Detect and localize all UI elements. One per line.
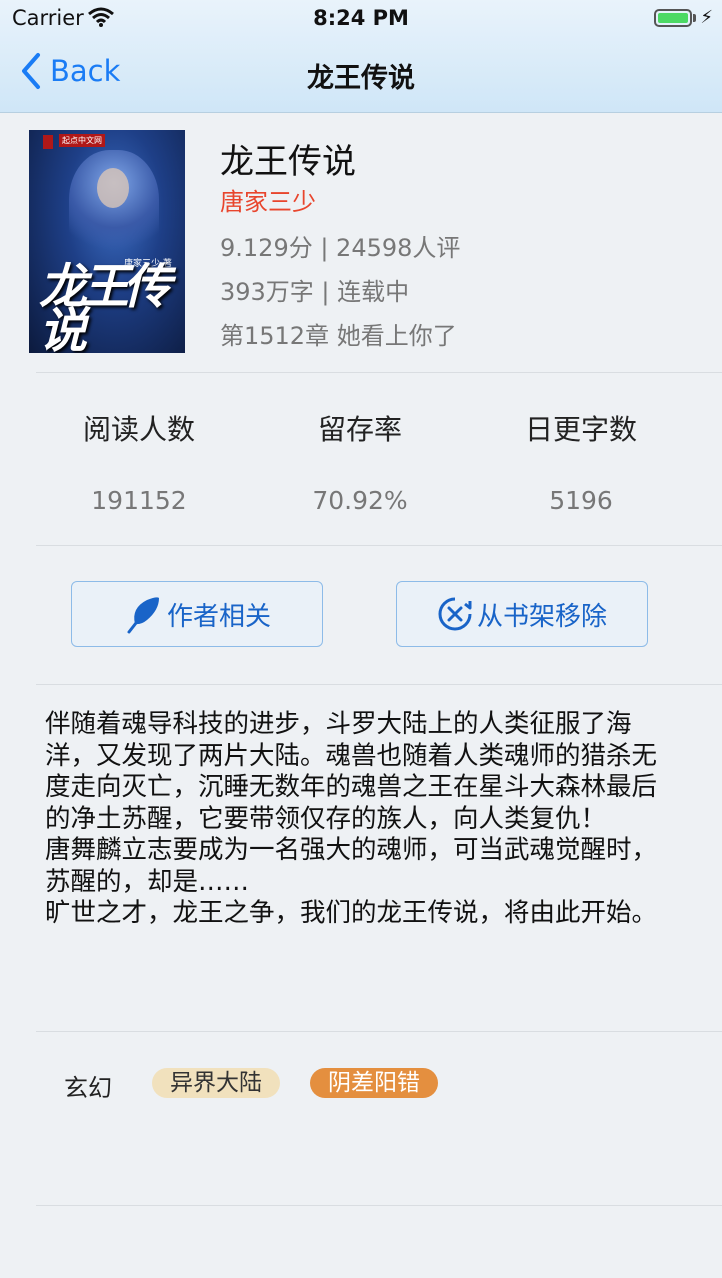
book-cover[interactable]: 起点中文网 唐家三少 著 龙王传说 — [29, 130, 185, 353]
status-time: 8:24 PM — [313, 6, 409, 30]
navigation-header: Carrier 8:24 PM ⚡ Back 龙王传说 — [0, 0, 722, 113]
divider — [36, 372, 722, 373]
page-title: 龙王传说 — [307, 63, 415, 94]
author-related-button[interactable]: 作者相关 — [71, 581, 323, 647]
status-bar: Carrier 8:24 PM ⚡ — [0, 0, 722, 38]
book-author[interactable]: 唐家三少 — [220, 182, 316, 217]
cover-publisher-mark — [43, 135, 53, 149]
book-description: 伴随着魂导科技的进步，斗罗大陆上的人类征服了海洋，又发现了两片大陆。魂兽也随着人… — [45, 709, 658, 928]
divider — [36, 545, 722, 546]
charging-icon: ⚡ — [700, 7, 713, 28]
book-latest-chapter[interactable]: 第1512章 她看上你了 — [220, 316, 457, 351]
divider — [36, 1205, 722, 1206]
remove-from-shelf-button[interactable]: 从书架移除 — [396, 581, 648, 647]
tag-item[interactable]: 阴差阳错 — [310, 1068, 438, 1098]
cover-face — [97, 168, 129, 208]
cover-publisher: 起点中文网 — [59, 134, 105, 147]
divider — [36, 1031, 722, 1032]
divider — [36, 684, 722, 685]
stat-label: 留存率 — [317, 413, 402, 446]
author-related-label: 作者相关 — [166, 601, 271, 632]
tag-item[interactable]: 异界大陆 — [152, 1068, 280, 1098]
stat-retention: 留存率 70.92% — [250, 408, 470, 515]
stat-value: 5196 — [549, 486, 613, 515]
tag-category[interactable]: 玄幻 — [64, 1068, 112, 1103]
stat-readers: 阅读人数 191152 — [29, 408, 249, 515]
battery-icon — [654, 9, 692, 27]
remove-circle-icon — [438, 597, 472, 631]
stat-daily-words: 日更字数 5196 — [471, 408, 691, 515]
stat-value: 70.92% — [312, 486, 408, 515]
remove-from-shelf-label: 从书架移除 — [476, 601, 607, 632]
battery-cap — [693, 14, 696, 22]
book-title: 龙王传说 — [220, 142, 356, 182]
book-word-count-status: 393万字 | 连载中 — [220, 278, 410, 306]
cover-title-art: 龙王传说 — [39, 259, 171, 353]
stat-label: 阅读人数 — [82, 413, 195, 446]
book-rating: 9.129分 | 24598人评 — [220, 234, 461, 262]
feather-icon — [127, 597, 159, 634]
stat-value: 191152 — [91, 486, 187, 515]
stat-label: 日更字数 — [524, 413, 637, 446]
